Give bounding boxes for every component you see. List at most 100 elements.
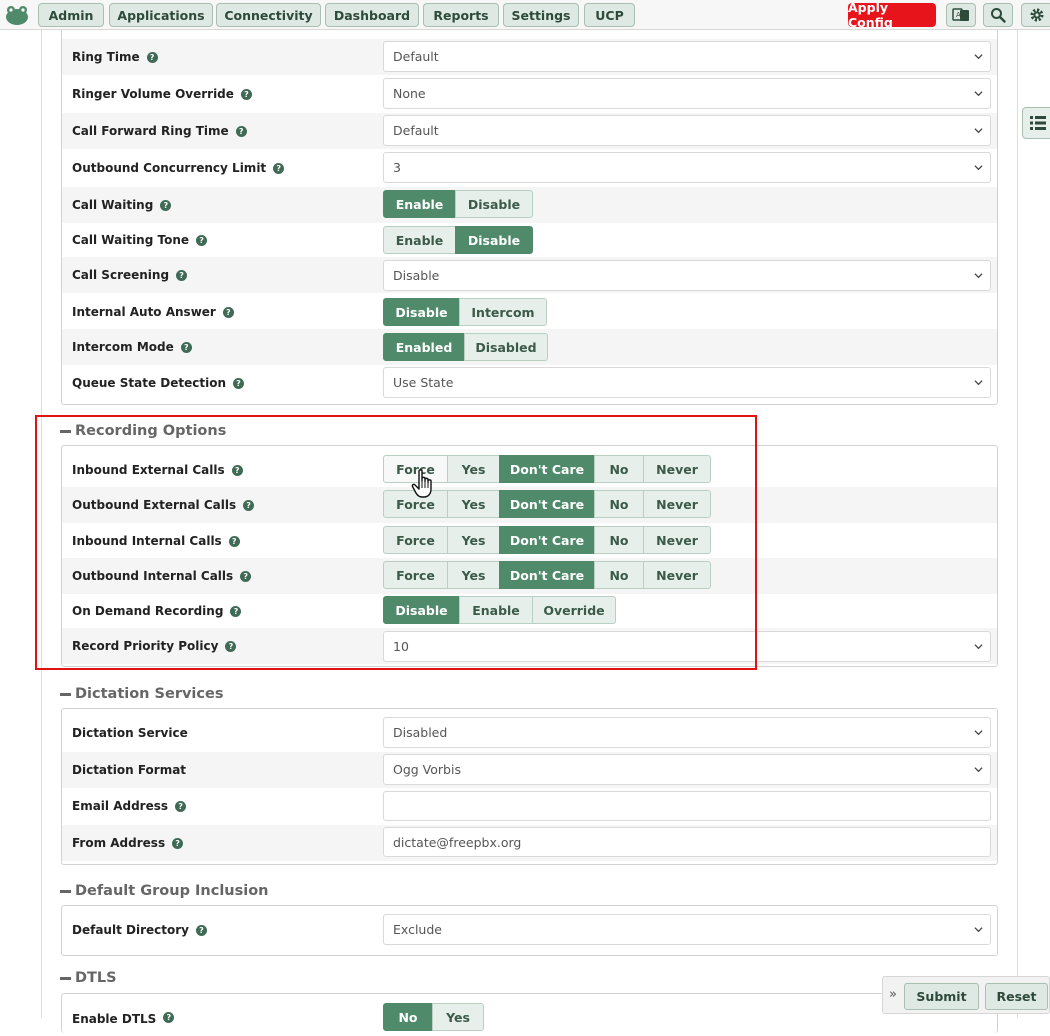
outbound-external-no-button[interactable]: No — [594, 490, 644, 518]
inbound-external-no-button[interactable]: No — [594, 455, 644, 483]
enable-dtls-yes-button[interactable]: Yes — [432, 1003, 484, 1031]
inbound-external-dontcare-button[interactable]: Don't Care — [499, 455, 595, 483]
chevron-down-icon — [974, 273, 983, 279]
language-button[interactable]: A — [946, 3, 976, 27]
label-from-address: From Address — [72, 836, 166, 850]
row-ringer-volume-override: Ringer Volume Override? None — [62, 76, 997, 112]
freepbx-logo-icon[interactable] — [4, 3, 30, 27]
help-icon[interactable]: ? — [273, 162, 285, 174]
outbound-internal-never-button[interactable]: Never — [643, 561, 711, 589]
label-outbound-concurrency-limit: Outbound Concurrency Limit — [72, 161, 267, 175]
help-icon[interactable]: ? — [160, 199, 172, 211]
call-waiting-disable-button[interactable]: Disable — [455, 190, 533, 218]
double-chevron-right-icon[interactable]: » — [889, 987, 897, 1002]
on-demand-override-button[interactable]: Override — [532, 596, 616, 624]
help-icon[interactable]: ? — [195, 924, 207, 936]
collapse-icon — [60, 976, 71, 980]
nav-settings[interactable]: Settings — [503, 3, 579, 27]
dictation-service-value: Disabled — [393, 725, 448, 740]
help-icon[interactable]: ? — [222, 306, 234, 318]
help-icon[interactable]: ? — [228, 535, 240, 547]
outbound-external-yes-button[interactable]: Yes — [447, 490, 500, 518]
from-address-input[interactable]: dictate@freepbx.org — [383, 827, 991, 857]
nav-admin[interactable]: Admin — [38, 3, 104, 27]
internal-auto-answer-intercom-button[interactable]: Intercom — [459, 298, 547, 326]
queue-state-detection-select[interactable]: Use State — [383, 367, 991, 398]
dictation-services-panel: Dictation Service Disabled Dictation For… — [61, 708, 998, 865]
outbound-internal-calls-toggle: Force Yes Don't Care No Never — [383, 561, 711, 589]
section-default-group-inclusion[interactable]: Default Group Inclusion — [60, 883, 269, 899]
collapse-icon — [60, 429, 71, 433]
help-icon[interactable]: ? — [231, 464, 243, 476]
nav-dashboard[interactable]: Dashboard — [325, 3, 419, 27]
ring-time-select[interactable]: Default — [383, 41, 991, 72]
intercom-mode-disabled-button[interactable]: Disabled — [464, 333, 548, 361]
dictation-format-select[interactable]: Ogg Vorbis — [383, 754, 991, 785]
nav-connectivity[interactable]: Connectivity — [216, 3, 321, 27]
outbound-internal-yes-button[interactable]: Yes — [447, 561, 500, 589]
nav-applications[interactable]: Applications — [109, 3, 213, 27]
help-icon[interactable]: ? — [230, 605, 242, 617]
internal-auto-answer-disable-button[interactable]: Disable — [383, 298, 460, 326]
call-forward-ring-time-select[interactable]: Default — [383, 115, 991, 146]
submit-button[interactable]: Submit — [904, 983, 979, 1010]
help-icon[interactable]: ? — [180, 341, 192, 353]
help-icon[interactable]: ? — [176, 269, 188, 281]
call-waiting-enable-button[interactable]: Enable — [383, 190, 456, 218]
outbound-internal-dontcare-button[interactable]: Don't Care — [499, 561, 595, 589]
help-icon[interactable]: ? — [146, 51, 158, 63]
section-dictation-services[interactable]: Dictation Services — [60, 686, 223, 702]
on-demand-enable-button[interactable]: Enable — [459, 596, 533, 624]
section-dtls[interactable]: DTLS — [60, 970, 117, 986]
intercom-mode-enabled-button[interactable]: Enabled — [383, 333, 465, 361]
call-screening-select[interactable]: Disable — [383, 260, 991, 291]
email-address-input[interactable] — [383, 791, 991, 821]
default-directory-select[interactable]: Exclude — [383, 914, 991, 945]
help-icon[interactable]: ? — [175, 800, 187, 812]
help-icon[interactable]: ? — [235, 125, 247, 137]
call-waiting-tone-enable-button[interactable]: Enable — [383, 226, 456, 254]
help-icon[interactable]: ? — [196, 234, 208, 246]
nav-reports[interactable]: Reports — [423, 3, 499, 27]
help-icon[interactable]: ? — [233, 377, 244, 389]
apply-config-button[interactable]: Apply Config — [848, 0, 936, 30]
label-default-directory: Default Directory — [72, 923, 189, 937]
side-menu-toggle[interactable] — [1022, 107, 1050, 139]
row-call-waiting-tone: Call Waiting Tone? Enable Disable — [62, 222, 997, 258]
search-button[interactable] — [983, 3, 1013, 27]
section-recording-options[interactable]: Recording Options — [60, 423, 226, 439]
row-from-address: From Address? dictate@freepbx.org — [62, 825, 997, 861]
inbound-external-never-button[interactable]: Never — [643, 455, 711, 483]
outbound-external-dontcare-button[interactable]: Don't Care — [499, 490, 595, 518]
inbound-external-force-button[interactable]: Force — [383, 455, 448, 483]
outbound-external-force-button[interactable]: Force — [383, 490, 448, 518]
outbound-external-never-button[interactable]: Never — [643, 490, 711, 518]
help-icon[interactable]: ? — [243, 499, 255, 511]
inbound-internal-force-button[interactable]: Force — [383, 526, 448, 554]
on-demand-disable-button[interactable]: Disable — [383, 596, 460, 624]
help-icon[interactable]: ? — [225, 640, 237, 652]
dictation-service-select[interactable]: Disabled — [383, 717, 991, 748]
outbound-concurrency-select[interactable]: 3 — [383, 152, 991, 183]
content-right-border — [1017, 30, 1018, 1018]
record-priority-policy-value: 10 — [393, 639, 409, 654]
label-queue-state-detection: Queue State Detection — [72, 376, 226, 390]
ringer-volume-select[interactable]: None — [383, 78, 991, 109]
inbound-internal-yes-button[interactable]: Yes — [447, 526, 500, 554]
help-icon[interactable]: ? — [172, 837, 184, 849]
inbound-internal-no-button[interactable]: No — [594, 526, 644, 554]
help-icon[interactable]: ? — [240, 88, 252, 100]
settings-button[interactable] — [1021, 3, 1050, 27]
outbound-internal-no-button[interactable]: No — [594, 561, 644, 589]
call-waiting-tone-toggle: Enable Disable — [383, 226, 533, 254]
reset-button[interactable]: Reset — [985, 983, 1048, 1010]
call-waiting-tone-disable-button[interactable]: Disable — [455, 226, 533, 254]
record-priority-policy-select[interactable]: 10 — [383, 631, 991, 662]
enable-dtls-no-button[interactable]: No — [383, 1003, 433, 1031]
inbound-external-yes-button[interactable]: Yes — [447, 455, 500, 483]
outbound-internal-force-button[interactable]: Force — [383, 561, 448, 589]
inbound-internal-never-button[interactable]: Never — [643, 526, 711, 554]
help-icon[interactable]: ? — [240, 570, 252, 582]
inbound-internal-dontcare-button[interactable]: Don't Care — [499, 526, 595, 554]
nav-ucp[interactable]: UCP — [584, 3, 635, 27]
